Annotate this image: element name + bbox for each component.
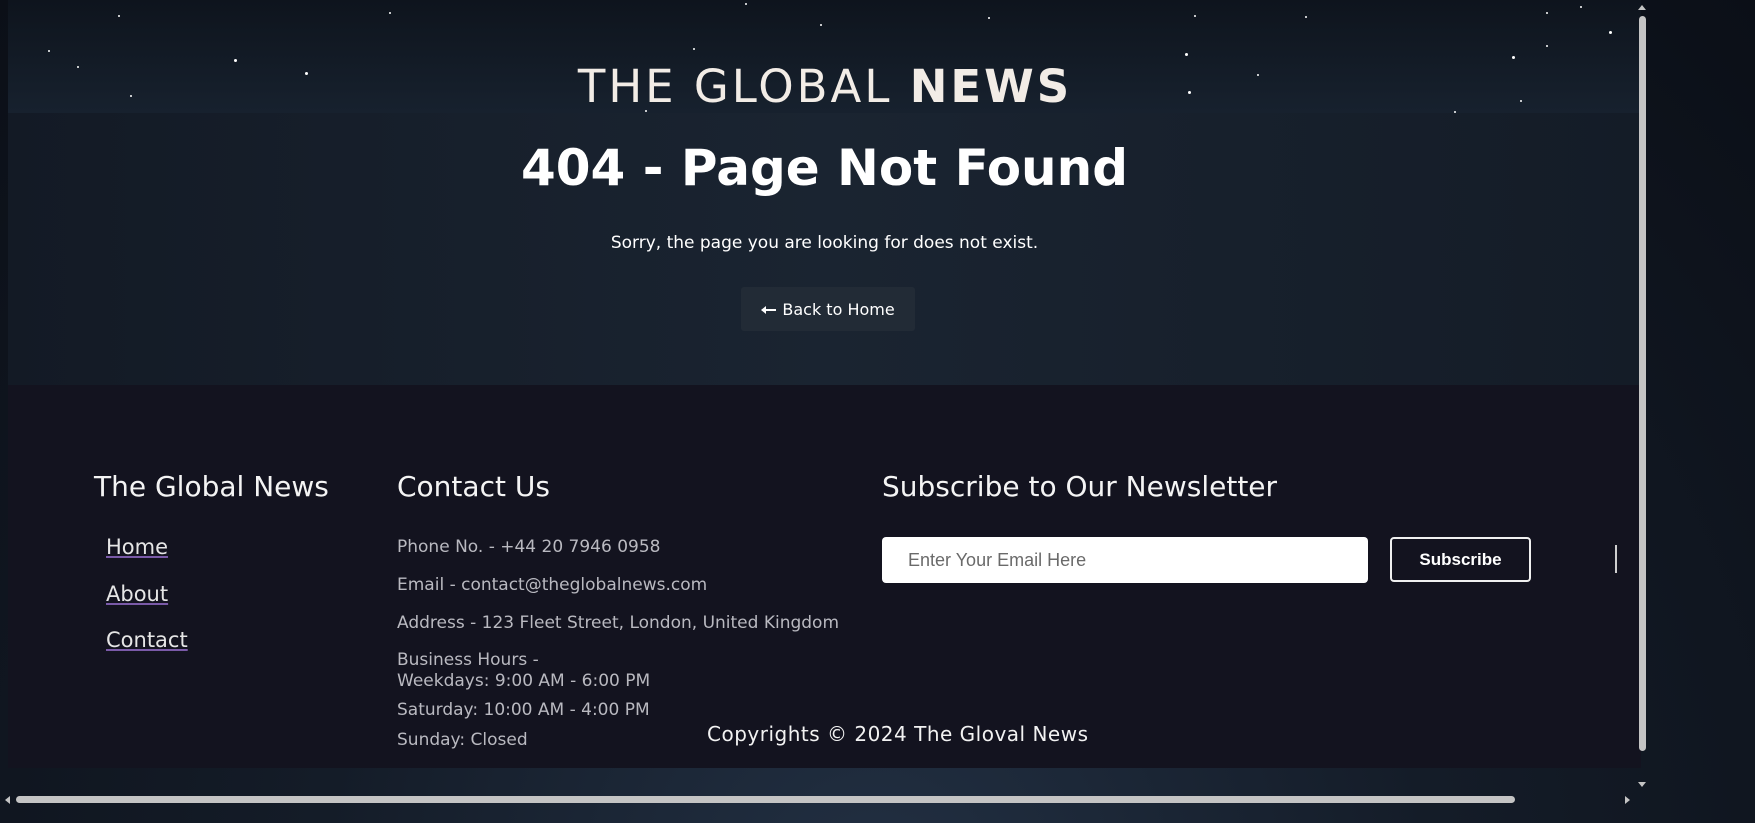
vertical-scrollbar[interactable]: [1633, 0, 1649, 790]
hours-sunday: Sunday: Closed: [397, 730, 528, 750]
scroll-down-icon[interactable]: [1638, 782, 1646, 787]
star-dot: [48, 50, 50, 52]
brand-bold-text: NEWS: [909, 60, 1073, 113]
footer-link-contact[interactable]: Contact: [106, 628, 188, 652]
subscribe-button[interactable]: Subscribe: [1390, 537, 1531, 582]
footer-link-about[interactable]: About: [106, 582, 168, 606]
star-dot: [1305, 16, 1307, 18]
star-dot: [820, 24, 822, 26]
contact-phone: Phone No. - +44 20 7946 0958: [397, 537, 661, 557]
star-dot: [988, 17, 990, 19]
footer-brand-heading: The Global News: [94, 470, 329, 503]
site-footer: The Global News Home About Contact Conta…: [8, 385, 1641, 768]
contact-address: Address - 123 Fleet Street, London, Unit…: [397, 613, 840, 633]
text-cursor: [1615, 545, 1617, 573]
star-dot: [1609, 31, 1612, 34]
star-dot: [1185, 53, 1188, 56]
footer-link-home[interactable]: Home: [106, 535, 168, 559]
horizontal-scroll-thumb[interactable]: [16, 796, 1515, 803]
brand-logo[interactable]: THE GLOBAL NEWS: [0, 60, 1641, 113]
vertical-scroll-thumb[interactable]: [1639, 16, 1646, 751]
copyright-text: Copyrights © 2024 The Gloval News: [707, 722, 1089, 746]
contact-email: Email - contact@theglobalnews.com: [397, 575, 708, 595]
newsletter-email-input[interactable]: [882, 537, 1368, 583]
star-dot: [1194, 15, 1196, 17]
arrow-left-icon: [761, 300, 782, 319]
back-to-home-button[interactable]: Back to Home: [741, 287, 915, 331]
star-dot: [1546, 45, 1548, 47]
hours-weekdays: Weekdays: 9:00 AM - 6:00 PM: [397, 671, 651, 691]
star-dot: [1546, 12, 1548, 14]
horizontal-scrollbar[interactable]: [0, 790, 1633, 810]
star-dot: [118, 15, 120, 17]
star-dot: [693, 48, 695, 50]
star-dot: [1580, 6, 1582, 8]
not-found-section: 404 - Page Not Found Sorry, the page you…: [8, 113, 1641, 385]
hours-saturday: Saturday: 10:00 AM - 4:00 PM: [397, 700, 650, 720]
back-to-home-label: Back to Home: [782, 299, 895, 319]
star-dot: [1512, 56, 1515, 59]
star-dot: [745, 3, 747, 5]
brand-light-text: THE GLOBAL: [577, 60, 893, 113]
page-title: 404 - Page Not Found: [520, 139, 1129, 197]
contact-heading: Contact Us: [397, 470, 550, 503]
scroll-right-icon[interactable]: [1625, 796, 1630, 804]
business-hours-label: Business Hours -: [397, 650, 539, 670]
star-dot: [389, 12, 391, 14]
page-viewport: THE GLOBAL NEWS 404 - Page Not Found Sor…: [0, 0, 1641, 790]
scroll-left-icon[interactable]: [5, 796, 10, 804]
newsletter-heading: Subscribe to Our Newsletter: [882, 470, 1278, 503]
error-message: Sorry, the page you are looking for does…: [610, 233, 1039, 253]
scroll-up-icon[interactable]: [1638, 5, 1646, 10]
